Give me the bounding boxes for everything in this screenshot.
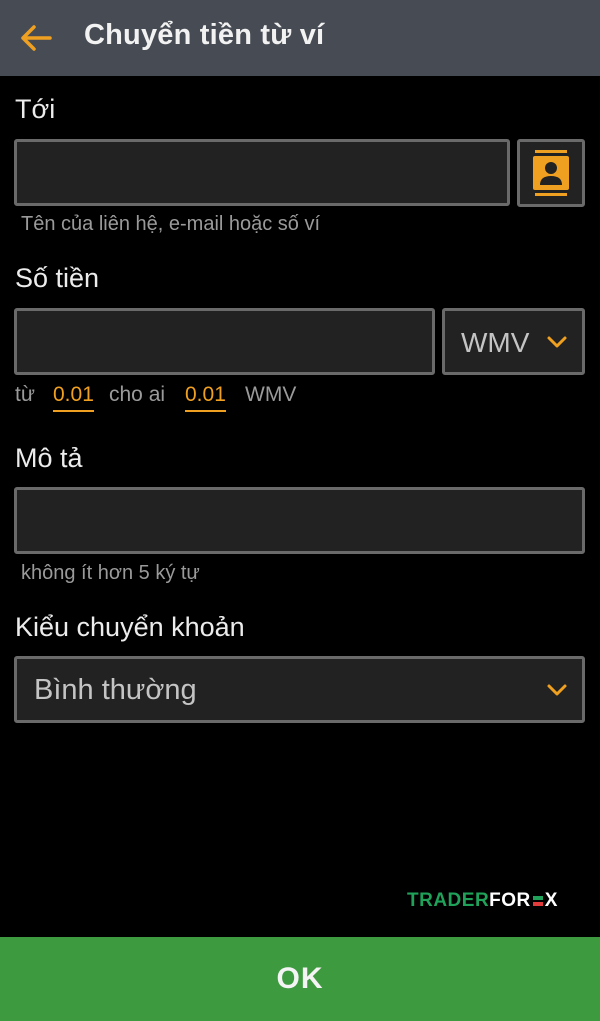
range-from-label: từ — [15, 383, 35, 406]
back-button[interactable] — [16, 18, 56, 58]
watermark-part2: FOR — [489, 890, 531, 911]
arrow-left-icon — [21, 25, 52, 51]
contact-book-icon — [533, 150, 569, 196]
page-title: Chuyển tiền từ ví — [84, 19, 325, 51]
range-max-value[interactable]: 0.01 — [185, 383, 226, 412]
watermark-part3: X — [544, 890, 558, 911]
watermark-part1: TRADER — [407, 890, 490, 911]
transfer-type-value: Bình thường — [34, 674, 197, 706]
amount-input[interactable] — [14, 308, 435, 375]
recipient-input[interactable] — [14, 139, 510, 206]
top-app-bar: Chuyển tiền từ ví — [0, 0, 600, 76]
range-unit: WMV — [245, 383, 297, 406]
transfer-type-select[interactable]: Bình thường — [14, 656, 585, 723]
currency-select[interactable]: WMV — [442, 308, 585, 375]
transfer-type-label: Kiểu chuyển khoản — [15, 612, 245, 642]
description-label: Mô tả — [15, 443, 83, 473]
watermark-logo: TRADERFOR X — [407, 890, 558, 912]
ok-button[interactable]: OK — [0, 937, 600, 1021]
currency-value: WMV — [461, 327, 530, 358]
amount-label: Số tiền — [15, 263, 100, 293]
description-hint: không ít hơn 5 ký tự — [21, 562, 200, 584]
chevron-down-icon — [547, 336, 567, 348]
contacts-button[interactable] — [517, 139, 585, 207]
ok-label: OK — [276, 962, 324, 995]
chevron-down-icon — [547, 684, 567, 696]
recipient-hint: Tên của liên hệ, e-mail hoặc số ví — [21, 213, 321, 235]
range-to-label: cho ai — [109, 383, 166, 406]
range-min-value[interactable]: 0.01 — [53, 383, 94, 412]
description-input[interactable] — [14, 487, 585, 554]
watermark-dash-icon — [532, 895, 543, 906]
to-label: Tới — [15, 94, 56, 124]
